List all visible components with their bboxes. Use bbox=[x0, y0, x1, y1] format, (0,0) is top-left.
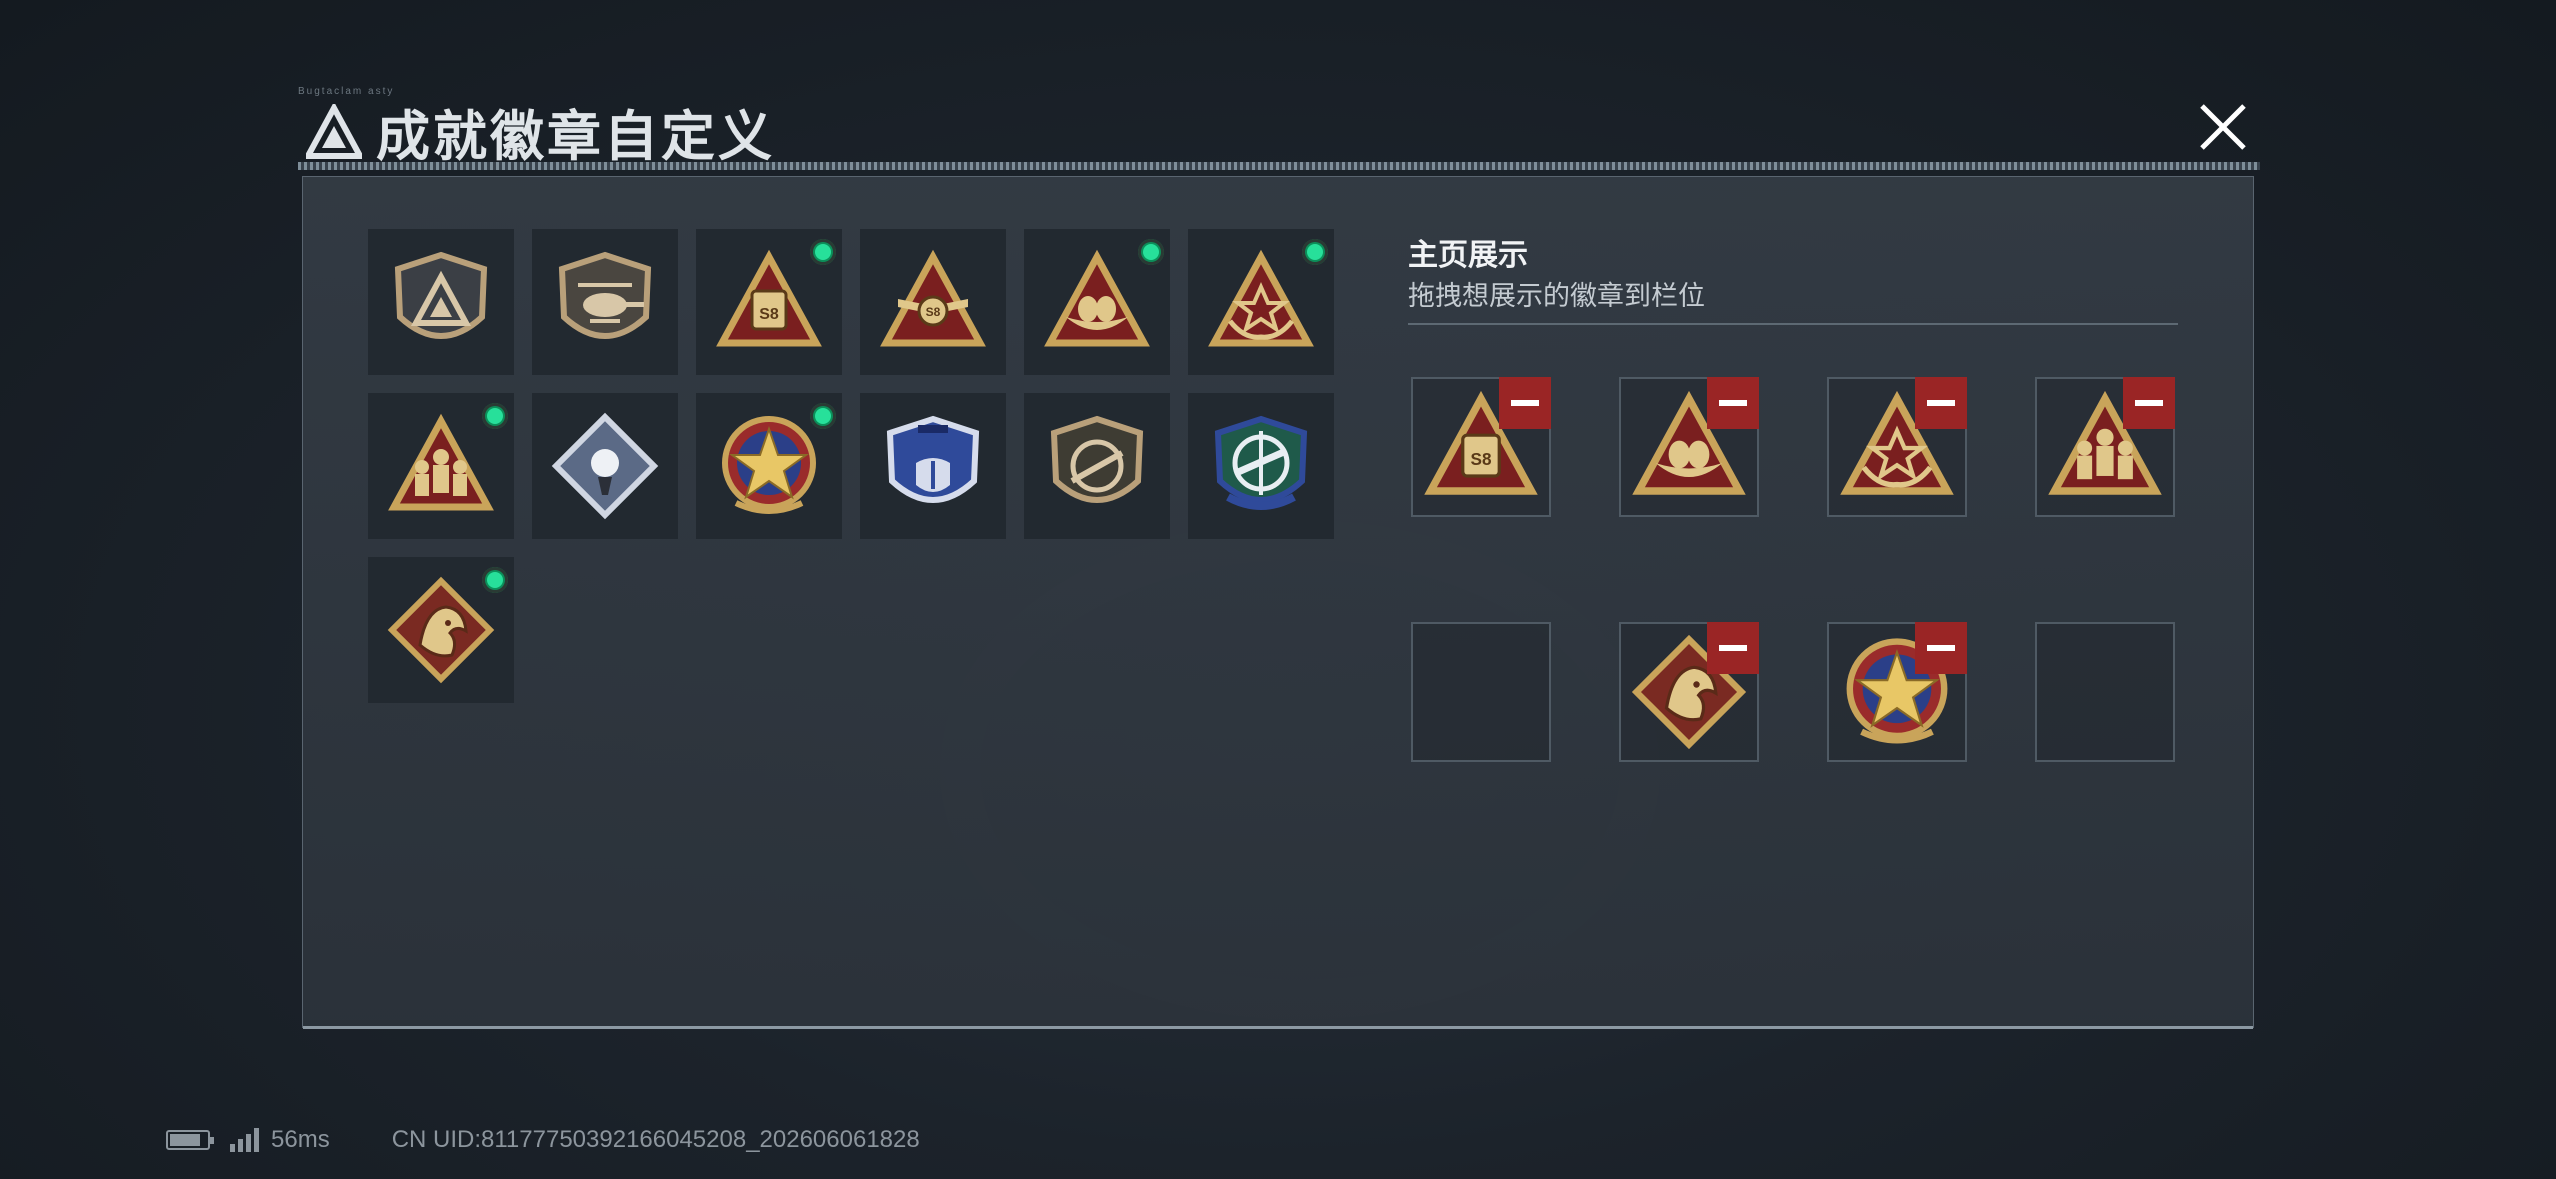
showcase-slot[interactable]: S8 bbox=[1411, 377, 1551, 517]
remove-badge-button[interactable] bbox=[1915, 622, 1967, 674]
helicopter-shield-badge-icon bbox=[558, 251, 652, 339]
badge-item[interactable]: S8 bbox=[860, 229, 1006, 375]
star-medal-badge-icon bbox=[722, 416, 816, 514]
new-indicator-dot bbox=[482, 403, 508, 429]
rifle-shield-badge-icon bbox=[1050, 415, 1144, 503]
new-indicator-dot bbox=[810, 239, 836, 265]
hands-star-triangle-badge-icon bbox=[1208, 249, 1314, 347]
badge-item[interactable] bbox=[368, 393, 514, 539]
panel-bottom-line bbox=[303, 1026, 2253, 1029]
badge-item[interactable] bbox=[532, 229, 678, 375]
close-icon[interactable] bbox=[2188, 92, 2258, 162]
badge-item[interactable] bbox=[368, 557, 514, 703]
header-stripe bbox=[298, 162, 2260, 170]
minus-icon bbox=[2135, 400, 2163, 406]
svg-text:S8: S8 bbox=[926, 305, 941, 319]
badge-item[interactable] bbox=[1024, 229, 1170, 375]
status-bar: 56ms CN UID:8117775039216604520​8_202606… bbox=[166, 1126, 920, 1154]
triangle-shield-badge-icon bbox=[394, 251, 488, 339]
badge-item[interactable] bbox=[1188, 393, 1334, 539]
remove-badge-button[interactable] bbox=[1707, 377, 1759, 429]
new-indicator-dot bbox=[482, 567, 508, 593]
showcase-subtitle: 拖拽想展示的徽章到栏位 bbox=[1408, 281, 1705, 311]
eggs-triangle-badge-icon bbox=[1044, 249, 1150, 347]
minus-icon bbox=[1719, 400, 1747, 406]
page-title: 成就徽章自定义 bbox=[376, 107, 775, 167]
soldiers-triangle-badge-icon bbox=[388, 413, 494, 511]
badge-item[interactable] bbox=[368, 229, 514, 375]
ping-text: 56ms bbox=[271, 1126, 330, 1153]
remove-badge-button[interactable] bbox=[1499, 377, 1551, 429]
badge-item[interactable] bbox=[1188, 229, 1334, 375]
new-indicator-dot bbox=[1138, 239, 1164, 265]
rose-diamond-badge-icon bbox=[551, 412, 659, 520]
new-indicator-dot bbox=[810, 403, 836, 429]
dragon-diamond-badge-icon bbox=[387, 576, 495, 684]
badge-item[interactable] bbox=[532, 393, 678, 539]
remove-badge-button[interactable] bbox=[1915, 377, 1967, 429]
blue-wings-shield-badge-icon bbox=[886, 415, 980, 503]
badge-item[interactable]: S8 bbox=[696, 229, 842, 375]
svg-text:S8: S8 bbox=[759, 306, 779, 323]
showcase-slot[interactable] bbox=[1827, 377, 1967, 517]
uid-text: CN UID:8117775039216604520​8_20260606182… bbox=[391, 1126, 920, 1153]
app-logo-icon bbox=[306, 104, 362, 159]
showcase-title: 主页展示 bbox=[1408, 239, 1528, 272]
showcase-slot[interactable] bbox=[1619, 377, 1759, 517]
showcase-slot[interactable] bbox=[2035, 377, 2175, 517]
signal-icon bbox=[230, 1128, 259, 1152]
new-indicator-dot bbox=[1302, 239, 1328, 265]
showcase-slot-empty[interactable] bbox=[2035, 622, 2175, 762]
showcase-slot[interactable] bbox=[1619, 622, 1759, 762]
showcase-slot[interactable] bbox=[1827, 622, 1967, 762]
s8-winged-triangle-badge-icon: S8 bbox=[880, 249, 986, 347]
svg-text:S8: S8 bbox=[1471, 449, 1492, 469]
battery-icon bbox=[166, 1130, 214, 1150]
remove-badge-button[interactable] bbox=[1707, 622, 1759, 674]
badge-item[interactable] bbox=[1024, 393, 1170, 539]
showcase-divider bbox=[1408, 323, 2178, 325]
s8-triangle-badge-icon: S8 bbox=[716, 249, 822, 347]
minus-icon bbox=[1927, 645, 1955, 651]
minus-icon bbox=[1927, 400, 1955, 406]
dialog-header: Bugtaclam asty 成就徽章自定义 bbox=[298, 78, 2260, 170]
remove-badge-button[interactable] bbox=[2123, 377, 2175, 429]
badge-item[interactable] bbox=[696, 393, 842, 539]
badge-item[interactable] bbox=[860, 393, 1006, 539]
minus-icon bbox=[1511, 400, 1539, 406]
showcase-slot-empty[interactable] bbox=[1411, 622, 1551, 762]
minus-icon bbox=[1719, 645, 1747, 651]
crosshair-shield-badge-icon bbox=[1214, 415, 1308, 510]
